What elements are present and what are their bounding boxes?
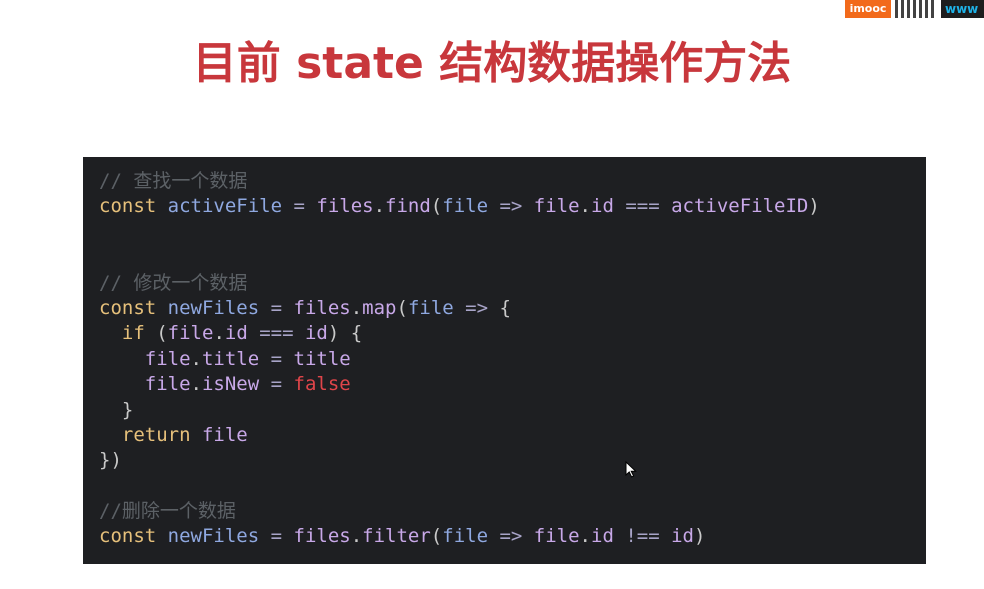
code-token-var: file xyxy=(442,525,489,548)
code-token-op: => xyxy=(488,195,534,218)
code-token-keyword: return xyxy=(121,423,191,446)
code-token-punct xyxy=(156,195,167,217)
code-token-ident: title xyxy=(293,347,351,370)
code-token-punct: ( xyxy=(396,296,408,319)
code-token-op: = xyxy=(282,195,317,218)
code-token-punct xyxy=(191,424,202,446)
qr-code-icon xyxy=(895,0,937,18)
code-token-ident: file xyxy=(144,373,191,396)
code-token-punct: . xyxy=(190,347,202,370)
code-token-punct xyxy=(156,525,167,547)
code-line: const newFiles = files.map(file => { xyxy=(99,296,910,321)
site-watermark: www xyxy=(941,0,984,18)
code-token-ident: find xyxy=(385,195,431,218)
code-line: file.title = title xyxy=(99,347,910,372)
code-token-punct: { xyxy=(499,296,511,319)
code-line: }) xyxy=(99,448,910,473)
code-token-var: file xyxy=(442,195,489,218)
slide-title: 目前 state 结构数据操作方法 xyxy=(192,38,792,89)
code-token-punct: . xyxy=(579,525,591,548)
code-token-ident: title xyxy=(201,347,260,370)
code-token-ident: id xyxy=(671,525,694,548)
code-token-ident: activeFileID xyxy=(671,195,809,218)
code-token-ident: files xyxy=(293,525,351,548)
code-token-punct: ) xyxy=(693,525,706,548)
code-token-ident: file xyxy=(167,322,214,345)
code-token-punct xyxy=(99,373,145,395)
code-token-ident: file xyxy=(533,195,580,218)
code-token-punct: . xyxy=(190,373,202,396)
code-token-punct: ( xyxy=(430,195,443,218)
code-token-op: === xyxy=(613,195,672,218)
code-token-op: => xyxy=(453,296,500,319)
code-token-op: = xyxy=(259,373,294,396)
code-token-op: === xyxy=(247,322,305,345)
code-token-ident: file xyxy=(144,347,191,370)
code-token-comment: //删除一个数据 xyxy=(99,500,236,523)
imooc-logo: imooc xyxy=(845,0,891,18)
code-token-punct: ) { xyxy=(327,322,363,345)
code-line: return file xyxy=(99,423,910,448)
code-token-punct xyxy=(99,322,122,344)
code-token-var: activeFile xyxy=(167,195,283,218)
code-token-var: newFiles xyxy=(167,296,260,319)
code-token-ident: id xyxy=(304,322,328,345)
code-token-ident: id xyxy=(224,322,248,345)
code-line: // 修改一个数据 xyxy=(99,271,910,296)
code-token-ident: filter xyxy=(362,525,431,548)
code-token-ident: id xyxy=(591,525,614,548)
code-token-punct: . xyxy=(579,195,591,218)
code-token-comment: // 修改一个数据 xyxy=(99,271,248,294)
code-token-ident: map xyxy=(362,296,397,319)
code-token-punct: . xyxy=(373,195,386,218)
code-token-punct: }) xyxy=(99,449,122,472)
code-token-op: = xyxy=(259,525,294,548)
code-token-ident: file xyxy=(201,423,248,446)
code-line: } xyxy=(99,398,910,423)
code-line: const newFiles = files.filter(file => fi… xyxy=(99,524,910,549)
code-token-comment: // 查找一个数据 xyxy=(99,170,248,192)
code-token-punct: . xyxy=(350,296,363,319)
code-token-punct xyxy=(99,348,145,370)
code-token-keyword: const xyxy=(99,296,157,319)
code-line: // 查找一个数据 xyxy=(99,169,910,194)
code-token-op: = xyxy=(259,347,294,370)
code-token-punct: . xyxy=(350,525,363,548)
code-line: const activeFile = files.find(file => fi… xyxy=(99,194,910,219)
code-token-op: = xyxy=(259,296,294,319)
code-token-bool: false xyxy=(293,373,351,396)
code-token-op: => xyxy=(488,525,534,548)
code-token-ident: isNew xyxy=(201,373,260,396)
code-token-ident: file xyxy=(533,525,580,548)
code-token-ident: id xyxy=(591,195,614,218)
code-token-keyword: const xyxy=(99,195,157,218)
code-token-ident: files xyxy=(316,195,374,218)
code-token-var: file xyxy=(407,296,454,319)
code-token-keyword: if xyxy=(121,322,145,345)
code-token-punct: ( xyxy=(430,525,443,548)
code-block: // 查找一个数据 const activeFile = files.find(f… xyxy=(99,169,910,550)
code-token-punct: ) xyxy=(808,195,820,218)
code-token-punct xyxy=(99,424,122,446)
code-token-punct xyxy=(156,297,167,319)
code-line: //删除一个数据 xyxy=(99,499,910,524)
code-token-punct: . xyxy=(213,322,225,345)
code-line: if (file.id === id) { xyxy=(99,321,910,346)
slide: imooc www 目前 state 结构数据操作方法 // 查找一个数据 con… xyxy=(0,0,984,589)
code-token-ident: files xyxy=(293,296,351,319)
code-token-punct: ( xyxy=(144,322,168,345)
code-token-punct: } xyxy=(99,398,134,421)
code-line: file.isNew = false xyxy=(99,372,910,397)
code-token-op: !== xyxy=(613,525,672,548)
code-panel: // 查找一个数据 const activeFile = files.find(f… xyxy=(83,157,926,564)
code-token-var: newFiles xyxy=(167,525,260,548)
code-token-keyword: const xyxy=(99,525,157,548)
